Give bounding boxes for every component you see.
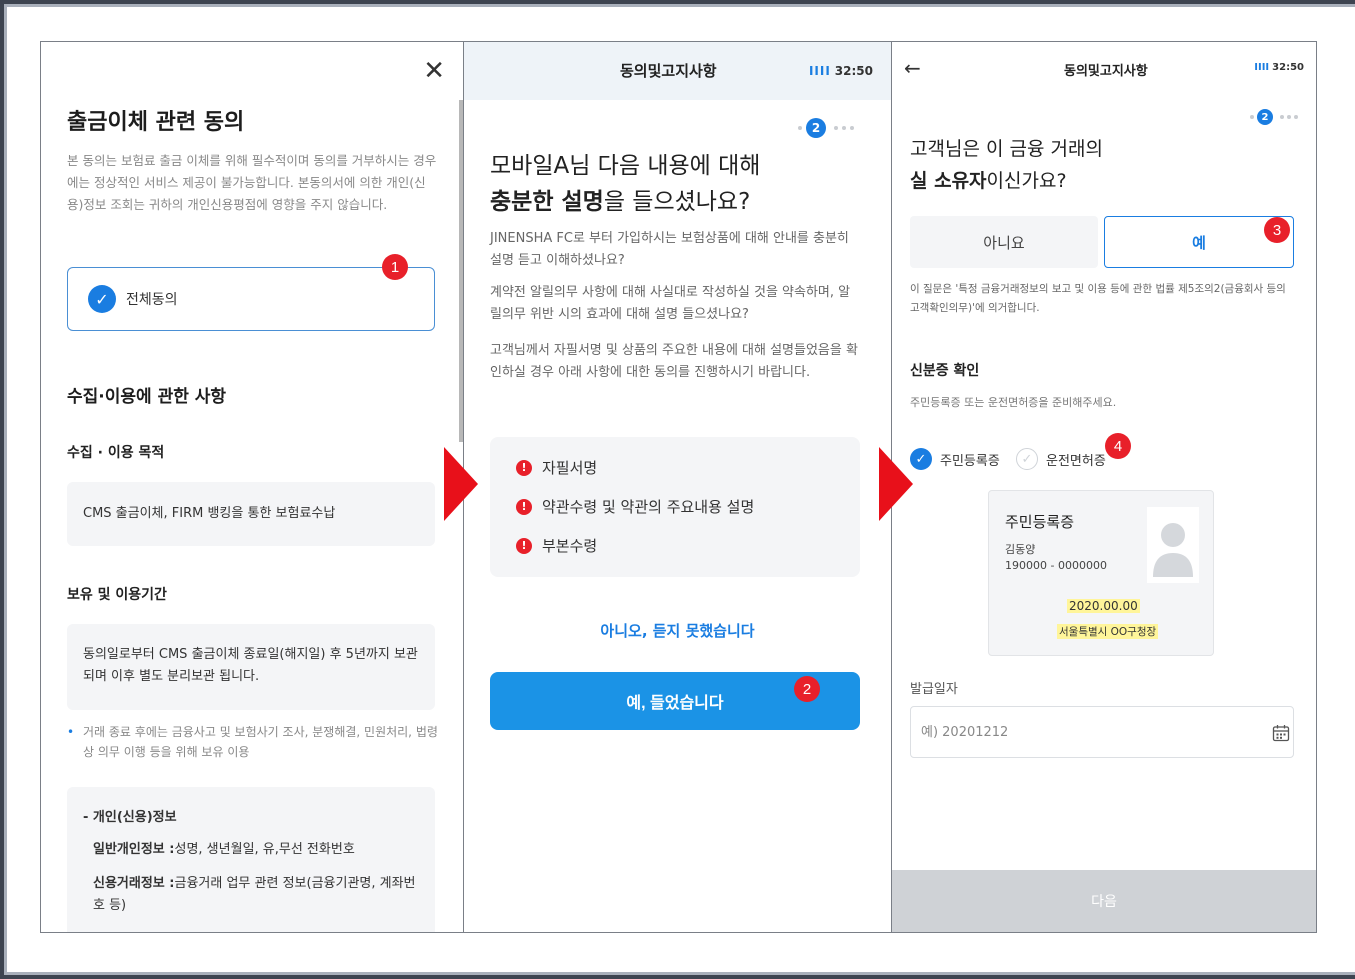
status-time: 32:50 [834, 64, 873, 78]
question-line1: 고객님은 이 금융 거래의 [910, 138, 1103, 160]
owner-check-panel: ← 동의및고지사항 IIII 32:50 2 고객님은 이 금융 거래의 실 소유… [891, 41, 1317, 933]
current-step: 2 [806, 118, 826, 138]
paragraph-2: 계약전 알릴의무 사항에 대해 사실대로 작성하실 것을 약속하며, 알릴의무 … [490, 285, 851, 322]
list-item: ! 약관수령 및 약관의 주요내용 설명 [516, 496, 754, 517]
list-item-label: 부본수령 [542, 537, 598, 555]
radio-checked-icon: ✓ [910, 448, 932, 470]
question-line2: 실 소유자이신가요? [910, 166, 1067, 193]
radio-label: 운전면허증 [1046, 453, 1106, 469]
step-indicator: 2 [1250, 109, 1298, 125]
info-title: - 개인(신용)정보 [83, 810, 177, 825]
purpose-text: CMS 출금이체, FIRM 뱅킹을 통한 보험료수납 [83, 506, 336, 521]
header-title: 동의및고지사항 [1064, 64, 1148, 79]
step-dot [834, 126, 838, 130]
list-item-label: 자필서명 [542, 459, 598, 477]
id-check-title: 신분증 확인 [910, 363, 980, 379]
step-indicator: 2 [798, 118, 854, 138]
next-button[interactable]: 다음 [892, 870, 1316, 932]
radio-label: 주민등록증 [940, 453, 1000, 469]
retention-text: 동의일로부터 CMS 출금이체 종료일(해지일) 후 5년까지 보관되며 이후 … [83, 647, 418, 684]
alert-icon: ! [516, 537, 532, 554]
status-time: 32:50 [1272, 62, 1304, 73]
question-bold: 충분한 설명 [490, 189, 604, 215]
page-title: 출금이체 관련 동의 [67, 110, 245, 135]
info-credit: 신용거래정보 :금융거래 업무 관련 정보(금융기관명, 계좌번호 등) [93, 873, 423, 917]
issue-date-input[interactable] [910, 706, 1294, 758]
checklist-box: ! 자필서명 ! 약관수령 및 약관의 주요내용 설명 ! 부본수령 [490, 437, 860, 577]
signal-icon: IIII [808, 64, 831, 78]
info-box: - 개인(신용)정보 일반개인정보 :성명, 생년월일, 유,무선 전화번호 신… [67, 787, 435, 932]
id-card-sample: 주민등록증 김동양 190000 - 0000000 2020.00.00 서울… [988, 490, 1214, 656]
question-line1: 모바일A님 다음 내용에 대해 [490, 153, 761, 179]
section-title: 수집·이용에 관한 사항 [67, 387, 227, 407]
alert-icon: ! [516, 498, 532, 515]
card-number: 190000 - 0000000 [1005, 559, 1107, 572]
paragraph-1: JINENSHA FC로 부터 가입하시는 보험상품에 대해 안내를 충분히 설… [490, 231, 849, 268]
card-issue-date: 2020.00.00 [1067, 599, 1140, 613]
check-icon: ✓ [88, 285, 116, 313]
radio-resident-card[interactable]: ✓ 주민등록증 [910, 448, 1000, 470]
badge-1: 1 [382, 254, 408, 280]
retention-title: 보유 및 이용기간 [67, 587, 167, 603]
retention-box: 동의일로부터 CMS 출금이체 종료일(해지일) 후 5년까지 보관되며 이후 … [67, 624, 435, 710]
card-issuer: 서울특별시 OO구청장 [1057, 624, 1159, 639]
signal-icon: IIII [1254, 62, 1270, 73]
current-step: 2 [1257, 109, 1273, 125]
consent-panel: ✕ 출금이체 관련 동의 본 동의는 보험료 출금 이체를 위해 필수적이며 동… [40, 41, 464, 933]
purpose-title: 수집 · 이용 목적 [67, 445, 165, 461]
flow-arrow-icon [879, 447, 913, 521]
consent-description: 본 동의는 보험료 출금 이체를 위해 필수적이며 동의를 거부하시는 경우에는… [67, 153, 437, 212]
question-rest: 을 들으셨나요? [603, 189, 751, 215]
back-arrow-icon[interactable]: ← [904, 56, 921, 80]
step-dot [1250, 115, 1254, 119]
explanation-panel: 동의및고지사항 IIII 32:50 2 모바일A님 다음 내용에 대해 충분한 … [463, 41, 892, 933]
list-item: ! 부본수령 [516, 535, 597, 556]
info-credit-label: 신용거래정보 : [93, 876, 175, 891]
list-item-label: 약관수령 및 약관의 주요내용 설명 [542, 498, 755, 516]
agree-all-button[interactable]: ✓ 전체동의 [67, 267, 435, 331]
no-button[interactable]: 아니요 [910, 216, 1098, 268]
radio-unchecked-icon: ✓ [1016, 448, 1038, 470]
purpose-box: CMS 출금이체, FIRM 뱅킹을 통한 보험료수납 [67, 482, 435, 546]
paragraph-3: 고객님께서 자필서명 및 상품의 주요한 내용에 대해 설명들었음을 확인하실 … [490, 343, 858, 380]
card-title: 주민등록증 [1005, 513, 1075, 531]
step-dot [842, 126, 846, 130]
calendar-icon[interactable] [1272, 724, 1290, 742]
step-dot [1294, 115, 1298, 119]
close-icon[interactable]: ✕ [423, 56, 445, 86]
question-rest: 이신가요? [986, 170, 1067, 192]
radio-driver-license[interactable]: ✓ 운전면허증 [1016, 448, 1106, 470]
step-dot [798, 126, 802, 130]
header-bar: 동의및고지사항 IIII 32:50 [464, 42, 891, 100]
issue-date-label: 발급일자 [910, 682, 958, 697]
question-line2: 충분한 설명을 들으셨나요? [490, 182, 750, 216]
id-check-subtitle: 주민등록증 또는 운전면허증을 준비해주세요. [910, 396, 1117, 409]
step-dot [1287, 115, 1291, 119]
info-general-label: 일반개인정보 : [93, 842, 175, 857]
question-bold: 실 소유자 [910, 170, 987, 192]
alert-icon: ! [516, 459, 532, 476]
not-heard-button[interactable]: 아니오, 듣지 못했습니다 [464, 620, 891, 641]
person-icon [1147, 507, 1199, 583]
status-bar: IIII 32:50 [1254, 62, 1304, 73]
badge-4: 4 [1105, 433, 1131, 459]
badge-3: 3 [1264, 217, 1290, 243]
legal-note: 이 질문은 '특정 금융거래정보의 보고 및 이용 등에 관한 법률 제5조의2… [910, 283, 1286, 314]
status-bar: IIII 32:50 [809, 64, 873, 78]
info-general: 일반개인정보 :성명, 생년월일, 유,무선 전화번호 [93, 839, 423, 861]
badge-2: 2 [794, 676, 820, 702]
flow-arrow-icon [444, 447, 478, 521]
card-name: 김동양 [1005, 543, 1036, 556]
retention-note: 거래 종료 후에는 금융사고 및 보험사기 조사, 분쟁해결, 민원처리, 법령… [67, 722, 439, 762]
list-item: ! 자필서명 [516, 457, 597, 478]
info-general-text: 성명, 생년월일, 유,무선 전화번호 [174, 842, 355, 857]
step-dot [1280, 115, 1284, 119]
step-dot [850, 126, 854, 130]
header-title: 동의및고지사항 [620, 62, 717, 80]
agree-all-label: 전체동의 [126, 292, 178, 308]
